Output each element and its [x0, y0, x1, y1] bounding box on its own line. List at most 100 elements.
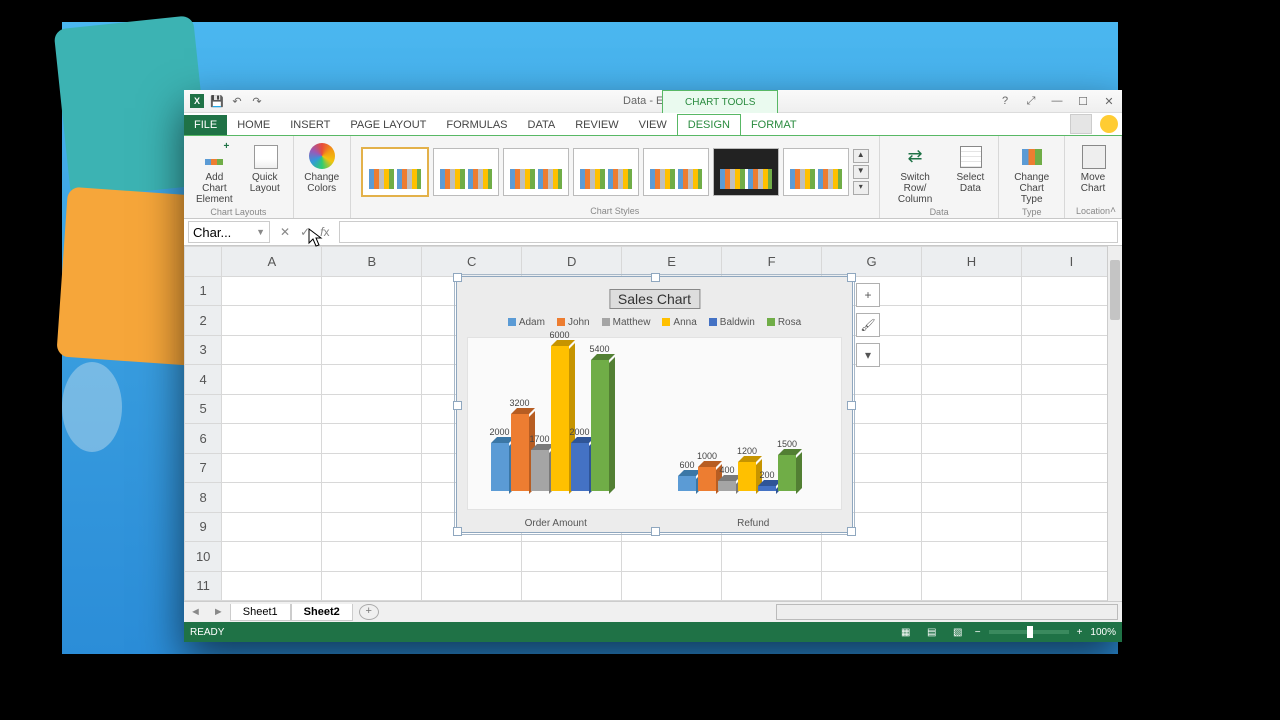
cell[interactable]: [322, 276, 422, 306]
cell[interactable]: [322, 571, 422, 601]
cell[interactable]: [922, 394, 1022, 424]
chart-style-thumb[interactable]: [713, 148, 779, 196]
column-header[interactable]: H: [922, 247, 1022, 277]
bar[interactable]: 1500: [778, 455, 796, 491]
cell[interactable]: [922, 276, 1022, 306]
cell[interactable]: [922, 365, 1022, 395]
row-header[interactable]: 5: [185, 394, 222, 424]
cell[interactable]: [722, 571, 822, 601]
sheet-nav-next[interactable]: ►: [207, 606, 230, 618]
cell[interactable]: [222, 276, 322, 306]
quick-layout-button[interactable]: QuickLayout: [243, 139, 287, 205]
cell[interactable]: [222, 483, 322, 513]
feedback-smiley-icon[interactable]: [1100, 115, 1118, 133]
row-header[interactable]: 2: [185, 306, 222, 336]
chart-filters-button[interactable]: ▾: [856, 343, 880, 367]
new-sheet-button[interactable]: +: [359, 604, 379, 620]
cell[interactable]: [922, 542, 1022, 572]
sheet-tab-sheet1[interactable]: Sheet1: [230, 604, 291, 621]
column-header[interactable]: B: [322, 247, 422, 277]
zoom-slider[interactable]: [989, 630, 1069, 634]
zoom-in-button[interactable]: +: [1077, 627, 1083, 638]
bar[interactable]: 400: [718, 481, 736, 491]
cell[interactable]: [922, 306, 1022, 336]
cell[interactable]: [922, 335, 1022, 365]
tab-format[interactable]: FORMAT: [741, 115, 807, 135]
cell[interactable]: [822, 571, 922, 601]
sheet-tab-sheet2[interactable]: Sheet2: [291, 604, 353, 621]
cell[interactable]: [322, 512, 422, 542]
cell[interactable]: [322, 306, 422, 336]
cell[interactable]: [222, 365, 322, 395]
chart-style-thumb[interactable]: [643, 148, 709, 196]
tab-view[interactable]: VIEW: [629, 115, 677, 135]
gallery-down-icon[interactable]: ▼: [853, 165, 869, 179]
chart-style-thumb[interactable]: [573, 148, 639, 196]
cell[interactable]: [222, 306, 322, 336]
collapse-ribbon-icon[interactable]: ˄: [1110, 205, 1116, 216]
vertical-scrollbar[interactable]: [1107, 246, 1122, 601]
gallery-more-icon[interactable]: ▾: [853, 181, 869, 195]
tab-design[interactable]: DESIGN: [677, 114, 741, 136]
cell[interactable]: [722, 542, 822, 572]
cell[interactable]: [222, 453, 322, 483]
column-header[interactable]: G: [822, 247, 922, 277]
chart-elements-button[interactable]: +: [856, 283, 880, 307]
fx-icon[interactable]: fx: [320, 225, 329, 239]
chart-styles-button[interactable]: 🖌: [856, 313, 880, 337]
move-chart-button[interactable]: MoveChart: [1071, 139, 1115, 194]
qat-redo[interactable]: ↷: [250, 94, 264, 108]
cell[interactable]: [522, 542, 622, 572]
chart-style-thumb[interactable]: [783, 148, 849, 196]
cell[interactable]: [322, 394, 422, 424]
gallery-up-icon[interactable]: ▲: [853, 149, 869, 163]
change-chart-type-button[interactable]: ChangeChart Type: [1005, 139, 1058, 205]
maximize-icon[interactable]: ☐: [1074, 94, 1092, 108]
cell[interactable]: [622, 542, 722, 572]
row-header[interactable]: 11: [185, 571, 222, 601]
change-colors-button[interactable]: ChangeColors: [300, 139, 344, 194]
legend-entry[interactable]: Rosa: [767, 317, 801, 328]
qat-undo[interactable]: ↶: [230, 94, 244, 108]
horizontal-scrollbar[interactable]: [776, 604, 1118, 620]
cell[interactable]: [422, 542, 522, 572]
column-header[interactable]: A: [222, 247, 322, 277]
cell[interactable]: [422, 571, 522, 601]
column-header[interactable]: E: [622, 247, 722, 277]
cell[interactable]: [922, 571, 1022, 601]
cell[interactable]: [522, 571, 622, 601]
cell[interactable]: [222, 512, 322, 542]
chart-style-thumb[interactable]: [361, 147, 429, 197]
row-header[interactable]: 1: [185, 276, 222, 306]
row-header[interactable]: 4: [185, 365, 222, 395]
legend-entry[interactable]: John: [557, 317, 590, 328]
column-header[interactable]: D: [522, 247, 622, 277]
view-page-layout-icon[interactable]: ▤: [923, 627, 941, 638]
chart-title[interactable]: Sales Chart: [609, 289, 700, 309]
minimize-icon[interactable]: —: [1048, 94, 1066, 108]
bar[interactable]: 2000: [571, 443, 589, 491]
column-header[interactable]: C: [422, 247, 522, 277]
cell[interactable]: [922, 483, 1022, 513]
column-header[interactable]: F: [722, 247, 822, 277]
bar[interactable]: 3200: [511, 414, 529, 491]
row-header[interactable]: 8: [185, 483, 222, 513]
cell[interactable]: [922, 424, 1022, 454]
legend-entry[interactable]: Adam: [508, 317, 545, 328]
zoom-out-button[interactable]: −: [975, 627, 981, 638]
row-header[interactable]: 10: [185, 542, 222, 572]
tab-formulas[interactable]: FORMULAS: [436, 115, 517, 135]
row-header[interactable]: 7: [185, 453, 222, 483]
cell[interactable]: [322, 483, 422, 513]
sheet-nav-prev[interactable]: ◄: [184, 606, 207, 618]
cell[interactable]: [822, 542, 922, 572]
tab-review[interactable]: REVIEW: [565, 115, 628, 135]
cell[interactable]: [222, 542, 322, 572]
cell[interactable]: [922, 512, 1022, 542]
row-header[interactable]: 6: [185, 424, 222, 454]
row-header[interactable]: 9: [185, 512, 222, 542]
chart-legend[interactable]: AdamJohnMatthewAnnaBaldwinRosa: [457, 317, 852, 328]
enter-formula-icon[interactable]: ✓: [300, 225, 310, 239]
legend-entry[interactable]: Baldwin: [709, 317, 755, 328]
cell[interactable]: [322, 365, 422, 395]
